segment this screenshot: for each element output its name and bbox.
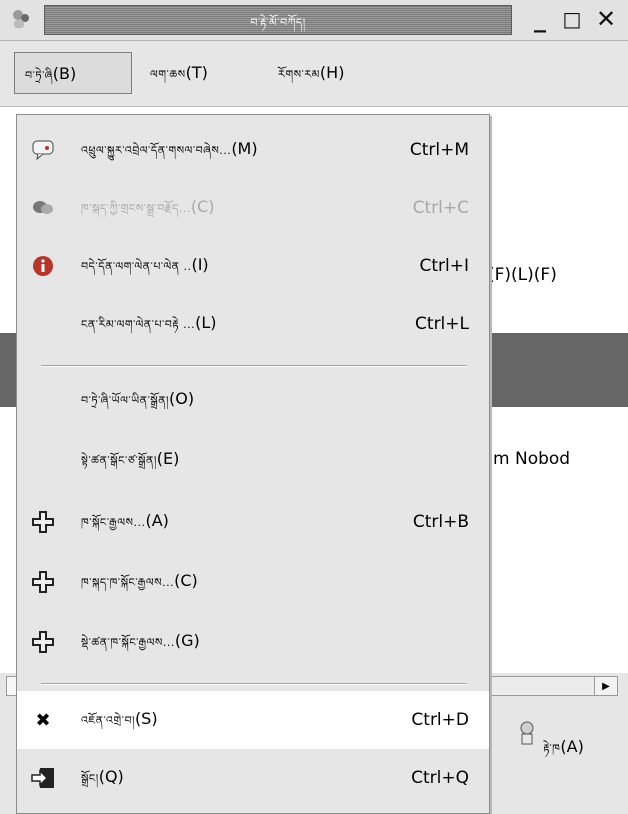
menu-tools-accel: (T)	[185, 63, 208, 82]
menu-help-accel: (H)	[319, 63, 345, 82]
menu-item-accel: (Q)	[98, 767, 124, 786]
menu-item-label: འཕྲུལ་སྐྱུར་འབྲེལ་དོན་གསལ་བཞེས...	[81, 144, 232, 157]
menu-item-label: སྒྲོང།	[81, 772, 99, 785]
close-button[interactable]: ✕	[590, 4, 622, 34]
toolbar-button-accel: (A)	[560, 737, 584, 756]
menu-item-accel: (E)	[156, 449, 180, 468]
menu-separator	[41, 683, 467, 685]
shortcut-label: Ctrl+I	[419, 256, 469, 276]
menu-tools-label: ལག་ཆས	[150, 68, 186, 81]
menu-item-get-info[interactable]: བདེ་དོན་ལག་ལེན་པ་ལེན ..(I) Ctrl+I	[17, 237, 489, 295]
add-group-icon	[31, 630, 55, 654]
menu-item-accel: (C)	[190, 197, 215, 216]
chat-icon	[31, 138, 55, 162]
menu-bar: བ་ཏྲེ་ཞི(B) ལག་ཆས(T) རོགས་རམ(H)	[0, 42, 628, 107]
menu-item-add-chat[interactable]: ཁ་སྐད་ཁ་སྐོང་རྒྱལས...(C)	[17, 553, 489, 611]
menu-item-add-buddy[interactable]: ཁ་སྐོང་རྒྱལས...(A) Ctrl+B	[17, 493, 489, 551]
menu-help-label: རོགས་རམ	[278, 68, 320, 81]
menu-buddies-accel: (B)	[52, 64, 77, 83]
menu-item-accel: (I)	[191, 255, 209, 274]
menu-buddies[interactable]: བ་ཏྲེ་ཞི(B)	[14, 52, 132, 94]
background-text-1: (F)(L)(F)	[488, 265, 557, 285]
add-buddy-icon	[31, 510, 55, 534]
close-x-icon: ✖	[35, 709, 51, 731]
shortcut-label: Ctrl+Q	[411, 768, 469, 788]
toolbar-button[interactable]: རྟེ་ཁ(A)	[500, 716, 600, 796]
add-chat-icon	[31, 570, 55, 594]
buddies-dropdown-menu: འཕྲུལ་སྐྱུར་འབྲེལ་དོན་གསལ་བཞེས...(M) Ctr…	[16, 114, 490, 814]
app-icon[interactable]	[8, 6, 34, 32]
menu-item-show-empty-groups[interactable]: སྟེ་ཚན་སྒོང་ཙ་སྒྲོན།(E)	[17, 431, 489, 489]
menu-item-label: བདེ་དོན་ལག་ལེན་པ་ལེན ..	[81, 260, 192, 273]
menu-item-quit[interactable]: སྒྲོང།(Q) Ctrl+Q	[17, 749, 489, 807]
menu-item-accel: (C)	[174, 571, 198, 590]
menu-item-label: སྡེ་ཚན་ཁ་སྐོང་རྒྱལས...	[81, 636, 175, 649]
menu-help[interactable]: རོགས་རམ(H)	[268, 52, 354, 94]
menu-item-label: སྟེ་ཚན་སྒོང་ཙ་སྒྲོན།	[81, 454, 157, 467]
menu-item-view-log[interactable]: ངན་རིམ་ལག་ལེན་པ་བརྟེ ...(L) Ctrl+L	[17, 295, 489, 353]
menu-item-new-message[interactable]: འཕྲུལ་སྐྱུར་འབྲེལ་དོན་གསལ་བཞེས...(M) Ctr…	[17, 121, 489, 179]
shortcut-label: Ctrl+D	[411, 710, 469, 730]
menu-item-accel: (L)	[195, 313, 217, 332]
shortcut-label: Ctrl+M	[409, 140, 469, 160]
quit-icon	[31, 766, 55, 790]
info-icon	[31, 254, 55, 278]
menu-item-label: འཇོན་འགྲེ་བ།	[81, 714, 135, 727]
window-title: བ་རྟེ་མོ་བཀོད།	[250, 16, 306, 29]
menu-item-accel: (A)	[145, 511, 169, 530]
menu-buddies-label: བ་ཏྲེ་ཞི	[25, 69, 53, 82]
menu-item-join-chat: ཁ་སྐད་ཀྱི་གྲངས་སྒྲ་བརྗོད...(C) Ctrl+C	[17, 179, 489, 237]
menu-item-accel: (G)	[174, 631, 200, 650]
menu-item-label: ཁ་སྐད་ཁ་སྐོང་རྒྱལས...	[81, 576, 175, 589]
shortcut-label: Ctrl+C	[412, 198, 469, 218]
window-title-area[interactable]: བ་རྟེ་མོ་བཀོད།	[44, 5, 512, 35]
minimize-button[interactable]: _	[524, 4, 556, 34]
menu-item-signoff[interactable]: ✖ འཇོན་འགྲེ་བ།(S) Ctrl+D	[17, 691, 489, 749]
title-bar: བ་རྟེ་མོ་བཀོད། _ □ ✕	[0, 0, 628, 41]
toolbar-button-label: རྟེ་ཁ	[543, 742, 561, 755]
menu-item-add-group[interactable]: སྡེ་ཚན་ཁ་སྐོང་རྒྱལས...(G)	[17, 613, 489, 671]
menu-item-show-offline[interactable]: བ་ཏྲེ་ཞི་ཡོལ་ཡིན་སྒྲོན།(O)	[17, 371, 489, 429]
menu-tools[interactable]: ལག་ཆས(T)	[140, 52, 218, 94]
menu-item-label: བ་ཏྲེ་ཞི་ཡོལ་ཡིན་སྒྲོན།	[81, 394, 169, 407]
chat-bubbles-icon	[31, 196, 55, 220]
menu-item-accel: (S)	[134, 709, 158, 728]
menu-item-accel: (M)	[231, 139, 258, 158]
maximize-button[interactable]: □	[556, 4, 588, 34]
menu-item-label: ངན་རིམ་ལག་ལེན་པ་བརྟེ ...	[81, 318, 196, 331]
background-text-2: Im Nobod	[488, 449, 571, 469]
shortcut-label: Ctrl+B	[412, 512, 469, 532]
menu-item-accel: (O)	[168, 389, 195, 408]
scroll-right-arrow-icon[interactable]: ▶	[594, 677, 617, 695]
menu-item-label: ཁ་སྐད་ཀྱི་གྲངས་སྒྲ་བརྗོད...	[81, 202, 191, 215]
shortcut-label: Ctrl+L	[415, 314, 469, 334]
menu-separator	[41, 365, 467, 367]
menu-item-label: ཁ་སྐོང་རྒྱལས...	[81, 516, 146, 529]
pencil-icon	[520, 721, 534, 745]
